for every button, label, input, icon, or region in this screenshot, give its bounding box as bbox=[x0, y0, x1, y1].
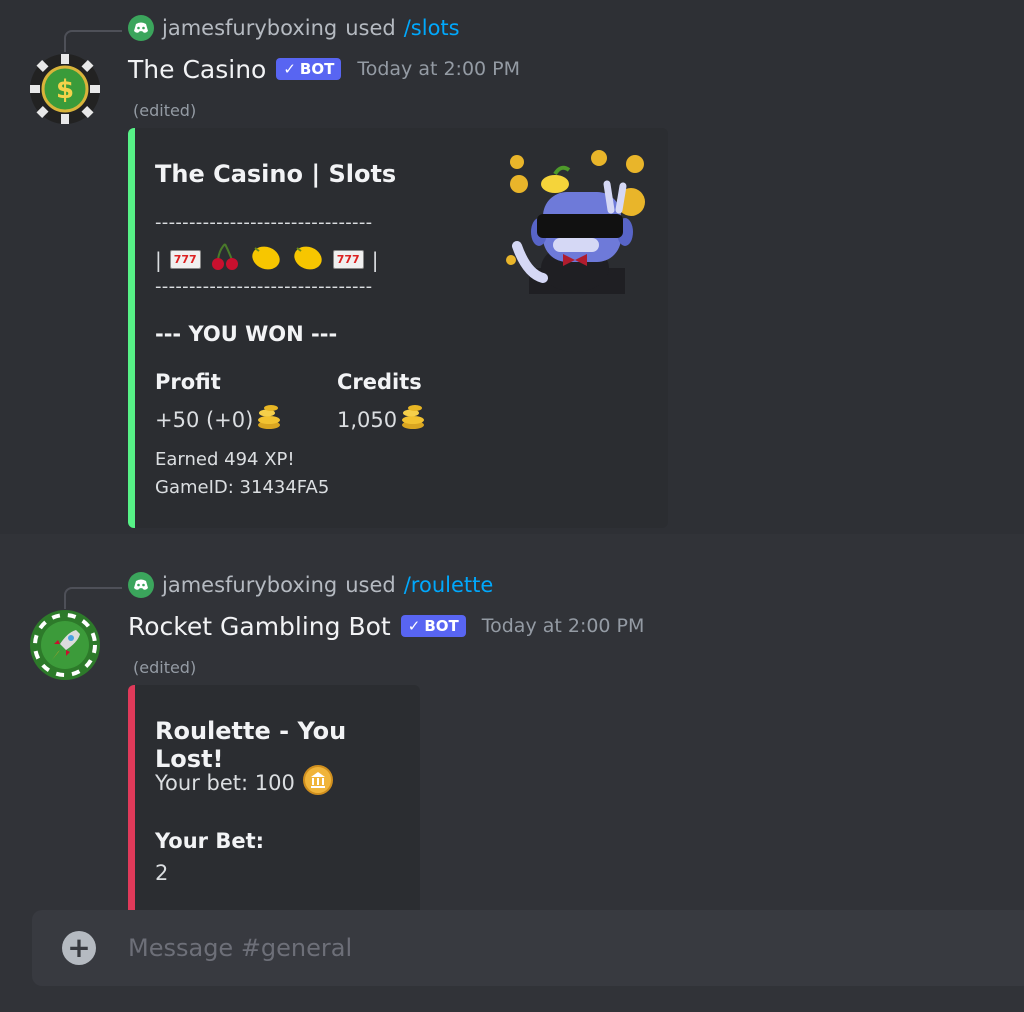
bot-badge: ✓ BOT bbox=[276, 58, 342, 80]
casino-avatar[interactable]: $ bbox=[30, 54, 100, 124]
verified-check-icon: ✓ bbox=[283, 60, 296, 78]
bet-amount-text: Your bet: 100 bbox=[155, 770, 295, 795]
profit-value: +50 (+0) bbox=[155, 407, 254, 432]
bot-badge-label: BOT bbox=[299, 60, 335, 78]
message-rocket-roulette[interactable]: jamesfuryboxing used /roulette Rocket Ga… bbox=[0, 534, 1024, 925]
reel-border-left: | bbox=[155, 247, 162, 272]
roulette-embed: Roulette - You Lost! Your bet: 100 Your … bbox=[128, 685, 420, 925]
result-text: --- YOU WON --- bbox=[155, 322, 338, 346]
cherries-icon bbox=[209, 242, 241, 277]
field-credits-name: Credits bbox=[337, 370, 422, 394]
reply-verb: used bbox=[345, 16, 396, 40]
seven-icon: 777 bbox=[169, 250, 201, 269]
coins-icon bbox=[399, 404, 427, 435]
casino-mascot-thumbnail[interactable] bbox=[503, 150, 649, 294]
lemon-icon bbox=[291, 243, 325, 276]
reply-verb: used bbox=[345, 573, 396, 597]
your-bet-field-value: 2 bbox=[155, 861, 169, 885]
plus-icon: + bbox=[67, 931, 91, 964]
svg-text:$: $ bbox=[56, 75, 74, 105]
reply-command[interactable]: /roulette bbox=[404, 573, 494, 597]
credits-value: 1,050 bbox=[337, 407, 398, 432]
message-casino-slots[interactable]: jamesfuryboxing used /slots $ The Casino… bbox=[0, 0, 1024, 534]
bank-coin-icon bbox=[302, 765, 333, 800]
author-name[interactable]: The Casino bbox=[128, 55, 266, 84]
game-id-text: GameID: 31434FA5 bbox=[155, 477, 330, 498]
embed-title: The Casino | Slots bbox=[155, 160, 397, 188]
message-header: The Casino ✓ BOT Today at 2:00 PM bbox=[128, 52, 520, 86]
reel-border-right: | bbox=[371, 247, 379, 272]
edited-label: (edited) bbox=[133, 658, 197, 677]
reply-connector bbox=[64, 30, 122, 52]
divider-top: -------------------------------- bbox=[155, 212, 373, 233]
add-attachment-button[interactable]: + bbox=[62, 931, 96, 965]
verified-check-icon: ✓ bbox=[407, 617, 421, 635]
bet-line: Your bet: 100 bbox=[155, 765, 333, 800]
reply-username[interactable]: jamesfuryboxing bbox=[162, 573, 337, 597]
reply-connector bbox=[64, 587, 122, 609]
reply-command[interactable]: /slots bbox=[404, 16, 460, 40]
field-credits-value: 1,050 bbox=[337, 404, 427, 435]
reply-context[interactable]: jamesfuryboxing used /slots bbox=[128, 14, 460, 42]
message-input[interactable]: Message #general bbox=[128, 934, 352, 962]
field-profit-value: +50 (+0) bbox=[155, 404, 283, 435]
reply-context[interactable]: jamesfuryboxing used /roulette bbox=[128, 571, 493, 599]
seven-icon: 777 bbox=[332, 250, 364, 269]
slots-embed: The Casino | Slots ---------------------… bbox=[128, 128, 668, 528]
field-profit-name: Profit bbox=[155, 370, 221, 394]
bot-badge: ✓ BOT bbox=[400, 615, 466, 637]
coins-icon bbox=[255, 404, 283, 435]
slot-reels: | 777 777 | bbox=[155, 242, 378, 277]
reply-username[interactable]: jamesfuryboxing bbox=[162, 16, 337, 40]
your-bet-field-name: Your Bet: bbox=[155, 829, 265, 853]
author-name[interactable]: Rocket Gambling Bot bbox=[128, 612, 391, 641]
divider-bottom: -------------------------------- bbox=[155, 276, 373, 297]
discord-default-avatar-icon bbox=[128, 15, 154, 41]
lemon-icon bbox=[249, 243, 283, 276]
edited-label: (edited) bbox=[133, 101, 197, 120]
discord-default-avatar-icon bbox=[128, 572, 154, 598]
bot-badge-label: BOT bbox=[424, 617, 459, 635]
timestamp[interactable]: Today at 2:00 PM bbox=[482, 615, 645, 637]
xp-earned-text: Earned 494 XP! bbox=[155, 449, 295, 470]
message-header: Rocket Gambling Bot ✓ BOT Today at 2:00 … bbox=[128, 609, 644, 643]
rocket-bot-avatar[interactable] bbox=[30, 610, 100, 680]
message-composer[interactable]: + Message #general bbox=[32, 910, 1024, 986]
timestamp[interactable]: Today at 2:00 PM bbox=[357, 58, 520, 80]
